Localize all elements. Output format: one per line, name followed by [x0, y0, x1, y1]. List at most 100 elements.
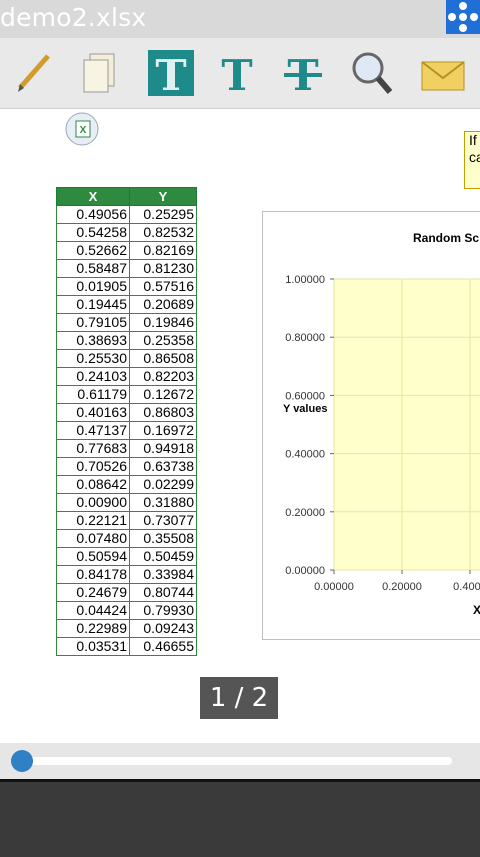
table-cell-y[interactable]: 0.31880	[129, 493, 197, 512]
scatter-chart: 0.00000 0.20000 0.40000 0.60000 0.80000 1.000…	[283, 231, 480, 617]
table-cell-y[interactable]: 0.86803	[129, 403, 197, 422]
table-cell-y[interactable]: 0.12672	[129, 385, 197, 404]
page-indicator: 1 / 2	[200, 677, 278, 719]
table-row: 0.03531 0.46655	[56, 637, 197, 656]
svg-text:T: T	[221, 51, 252, 98]
chart-frame[interactable]: 0.00000 0.20000 0.40000 0.60000 0.80000 1.000…	[262, 211, 480, 640]
table-cell-x[interactable]: 0.58487	[56, 259, 130, 278]
table-row: 0.08642 0.02299	[56, 475, 197, 494]
table-cell-x[interactable]: 0.03531	[56, 637, 130, 656]
table-cell-y[interactable]: 0.82532	[129, 223, 197, 242]
table-row: 0.58487 0.81230	[56, 259, 197, 278]
table-cell-y[interactable]: 0.25295	[129, 205, 197, 224]
table-cell-y[interactable]: 0.81230	[129, 259, 197, 278]
table-row: 0.84178 0.33984	[56, 565, 197, 584]
table-row: 0.04424 0.79930	[56, 601, 197, 620]
table-cell-x[interactable]: 0.25530	[56, 349, 130, 368]
pencil-icon[interactable]	[10, 48, 60, 98]
table-cell-y[interactable]: 0.02299	[129, 475, 197, 494]
table-cell-x[interactable]: 0.19445	[56, 295, 130, 314]
table-cell-x[interactable]: 0.52662	[56, 241, 130, 260]
app-logo-icon[interactable]	[446, 0, 480, 34]
table-row: 0.01905 0.57516	[56, 277, 197, 296]
text-strikethrough-icon[interactable]: T	[278, 48, 328, 98]
table-cell-x[interactable]: 0.38693	[56, 331, 130, 350]
column-header-x[interactable]: X	[56, 187, 130, 206]
table-cell-y[interactable]: 0.73077	[129, 511, 197, 530]
table-cell-x[interactable]: 0.24679	[56, 583, 130, 602]
title-bar: demo2.xlsx	[0, 0, 480, 38]
table-row: 0.61179 0.12672	[56, 385, 197, 404]
table-cell-x[interactable]: 0.50594	[56, 547, 130, 566]
table-cell-y[interactable]: 0.63738	[129, 457, 197, 476]
table-row: 0.19445 0.20689	[56, 295, 197, 314]
pages-icon[interactable]	[76, 48, 126, 98]
table-cell-y[interactable]: 0.19846	[129, 313, 197, 332]
table-row: 0.07480 0.35508	[56, 529, 197, 548]
table-cell-y[interactable]: 0.20689	[129, 295, 197, 314]
y-tick-label: 0.80000	[285, 332, 325, 344]
x-tick-label: 0.00000	[314, 581, 354, 593]
table-cell-x[interactable]: 0.49056	[56, 205, 130, 224]
search-icon[interactable]	[346, 48, 396, 98]
sheet-viewport[interactable]: X If ca X Y 0.490560.252950.542580.82532…	[0, 109, 480, 743]
table-cell-x[interactable]: 0.70526	[56, 457, 130, 476]
table-row: 0.77683 0.94918	[56, 439, 197, 458]
table-body: 0.49056 0.25295 0.54258 0.82532 0.52662 0.821…	[56, 205, 197, 656]
table-cell-y[interactable]: 0.16972	[129, 421, 197, 440]
table-cell-x[interactable]: 0.47137	[56, 421, 130, 440]
table-cell-x[interactable]: 0.84178	[56, 565, 130, 584]
table-cell-x[interactable]: 0.24103	[56, 367, 130, 386]
table-row: 0.40163 0.86803	[56, 403, 197, 422]
slider-track[interactable]	[12, 757, 452, 765]
table-cell-x[interactable]: 0.07480	[56, 529, 130, 548]
cell-comment-note: If ca	[464, 131, 480, 189]
table-cell-x[interactable]: 0.79105	[56, 313, 130, 332]
table-row: 0.54258 0.82532	[56, 223, 197, 242]
table-cell-y[interactable]: 0.86508	[129, 349, 197, 368]
table-cell-y[interactable]: 0.57516	[129, 277, 197, 296]
table-cell-x[interactable]: 0.01905	[56, 277, 130, 296]
table-row: 0.70526 0.63738	[56, 457, 197, 476]
table-cell-y[interactable]: 0.09243	[129, 619, 197, 638]
table-cell-x[interactable]: 0.40163	[56, 403, 130, 422]
table-cell-x[interactable]: 0.00900	[56, 493, 130, 512]
table-row: 0.50594 0.50459	[56, 547, 197, 566]
y-tick-label: 1.00000	[285, 274, 325, 286]
text-bold-icon[interactable]: T	[146, 48, 196, 98]
mail-icon[interactable]	[418, 48, 468, 98]
x-axis-label: X	[473, 603, 480, 617]
table-cell-y[interactable]: 0.79930	[129, 601, 197, 620]
table-row: 0.52662 0.82169	[56, 241, 197, 260]
table-cell-y[interactable]: 0.82169	[129, 241, 197, 260]
table-row: 0.24679 0.80744	[56, 583, 197, 602]
table-cell-y[interactable]: 0.50459	[129, 547, 197, 566]
table-cell-x[interactable]: 0.08642	[56, 475, 130, 494]
x-tick-label: 0.4000	[453, 581, 480, 593]
text-icon[interactable]: T	[212, 48, 262, 98]
table-row: 0.49056 0.25295	[56, 205, 197, 224]
table-cell-x[interactable]: 0.77683	[56, 439, 130, 458]
table-cell-y[interactable]: 0.82203	[129, 367, 197, 386]
table-cell-y[interactable]: 0.94918	[129, 439, 197, 458]
table-cell-y[interactable]: 0.80744	[129, 583, 197, 602]
table-row: 0.22121 0.73077	[56, 511, 197, 530]
page-slider[interactable]	[0, 743, 480, 779]
table-cell-y[interactable]: 0.46655	[129, 637, 197, 656]
toolbar: T T T	[0, 38, 480, 109]
table-cell-x[interactable]: 0.61179	[56, 385, 130, 404]
table-row: 0.00900 0.31880	[56, 493, 197, 512]
column-header-y[interactable]: Y	[129, 187, 197, 206]
table-row: 0.22989 0.09243	[56, 619, 197, 638]
table-cell-x[interactable]: 0.04424	[56, 601, 130, 620]
table-cell-y[interactable]: 0.35508	[129, 529, 197, 548]
table-cell-x[interactable]: 0.22121	[56, 511, 130, 530]
table-cell-y[interactable]: 0.33984	[129, 565, 197, 584]
table-row: 0.79105 0.19846	[56, 313, 197, 332]
document-title: demo2.xlsx	[0, 3, 147, 32]
plot-area	[333, 278, 480, 571]
slider-thumb[interactable]	[11, 750, 33, 772]
table-cell-x[interactable]: 0.54258	[56, 223, 130, 242]
table-cell-x[interactable]: 0.22989	[56, 619, 130, 638]
table-cell-y[interactable]: 0.25358	[129, 331, 197, 350]
